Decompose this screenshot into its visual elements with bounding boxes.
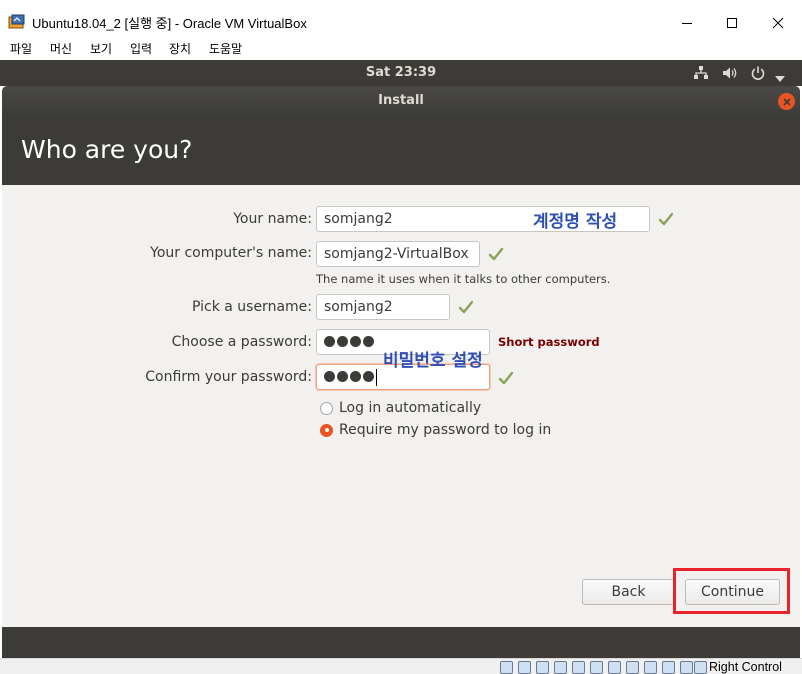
- display-icon[interactable]: [608, 661, 621, 674]
- password-dot: [324, 336, 335, 347]
- password-label: Choose a password:: [171, 334, 312, 350]
- menu-view[interactable]: 보기: [90, 40, 112, 57]
- menu-machine[interactable]: 머신: [50, 40, 72, 57]
- password-dot: [350, 336, 361, 347]
- computer-name-input[interactable]: somjang2-VirtualBox: [316, 241, 480, 267]
- username-label: Pick a username:: [191, 299, 312, 315]
- menu-input[interactable]: 입력: [130, 40, 152, 57]
- username-input[interactable]: somjang2: [316, 294, 450, 320]
- password-dot: [337, 336, 348, 347]
- check-icon: [488, 247, 504, 261]
- password-dot: [337, 371, 348, 382]
- text-caret: [376, 369, 377, 386]
- usb-icon[interactable]: [572, 661, 585, 674]
- require-password-label: Require my password to log in: [339, 422, 552, 438]
- require-password-option[interactable]: Require my password to log in: [320, 420, 551, 440]
- minimize-icon: [682, 23, 692, 24]
- require-password-radio[interactable]: [320, 423, 333, 437]
- password-dot: [324, 371, 335, 382]
- installer-title: Install: [378, 93, 424, 108]
- ubuntu-top-panel: Sat 23:39: [0, 60, 802, 86]
- window-title: Ubuntu18.04_2 [실행 중] - Oracle VM Virtual…: [32, 16, 307, 31]
- network-adapter-icon[interactable]: [554, 661, 567, 674]
- page-title: Who are you?: [21, 135, 193, 164]
- password-dot: [363, 371, 374, 382]
- video-capture-icon[interactable]: [626, 661, 639, 674]
- close-icon: [772, 17, 784, 29]
- chevron-down-icon[interactable]: [775, 68, 785, 87]
- menu-file[interactable]: 파일: [10, 40, 32, 57]
- check-icon: [498, 371, 514, 385]
- maximize-button[interactable]: [709, 8, 755, 38]
- confirm-password-dots: [324, 371, 374, 382]
- power-icon[interactable]: [750, 65, 766, 85]
- network-icon[interactable]: [693, 65, 709, 85]
- account-name-annotation: 계정명 작성: [533, 212, 618, 232]
- mouse-integration-icon[interactable]: [680, 661, 693, 674]
- password-dot: [350, 371, 361, 382]
- host-key-arrow-icon: [694, 661, 707, 674]
- auto-login-label: Log in automatically: [339, 400, 482, 416]
- installer-close-button[interactable]: [778, 93, 795, 110]
- shared-folders-icon[interactable]: [590, 661, 603, 674]
- confirm-password-label: Confirm your password:: [145, 369, 312, 385]
- menu-devices[interactable]: 장치: [169, 40, 191, 57]
- computer-name-hint: The name it uses when it talks to other …: [316, 272, 611, 286]
- audio-icon[interactable]: [536, 661, 549, 674]
- password-dots: [324, 336, 374, 347]
- cpu-icon[interactable]: [644, 661, 657, 674]
- close-icon: [782, 97, 791, 106]
- installer-bottom-band: [2, 627, 800, 658]
- host-key-label: Right Control: [709, 660, 782, 674]
- continue-highlight-box: [673, 568, 790, 614]
- menubar: 파일 머신 보기 입력 장치 도움말: [0, 36, 802, 60]
- minimize-button[interactable]: [664, 8, 710, 38]
- auto-login-option[interactable]: Log in automatically: [320, 398, 481, 418]
- back-button[interactable]: Back: [582, 579, 675, 605]
- computer-name-label: Your computer's name:: [150, 245, 312, 261]
- guest-additions-icon[interactable]: [662, 661, 675, 674]
- hard-disk-icon[interactable]: [500, 661, 513, 674]
- name-label: Your name:: [233, 211, 312, 227]
- optical-drive-icon[interactable]: [518, 661, 531, 674]
- check-icon: [458, 300, 474, 314]
- password-annotation: 비밀번호 설정: [383, 351, 483, 371]
- maximize-icon: [727, 18, 737, 28]
- page-header: Who are you?: [2, 117, 800, 185]
- menu-help[interactable]: 도움말: [209, 40, 242, 57]
- auto-login-radio[interactable]: [320, 401, 333, 415]
- close-button[interactable]: [755, 8, 801, 38]
- virtualbox-icon: [8, 14, 26, 30]
- check-icon: [658, 212, 674, 226]
- password-dot: [363, 336, 374, 347]
- panel-clock[interactable]: Sat 23:39: [0, 65, 802, 80]
- installer-titlebar: Install: [2, 86, 800, 117]
- vbox-statusbar: Right Control: [0, 658, 802, 674]
- volume-icon[interactable]: [721, 65, 739, 85]
- password-strength-warning: Short password: [498, 335, 600, 349]
